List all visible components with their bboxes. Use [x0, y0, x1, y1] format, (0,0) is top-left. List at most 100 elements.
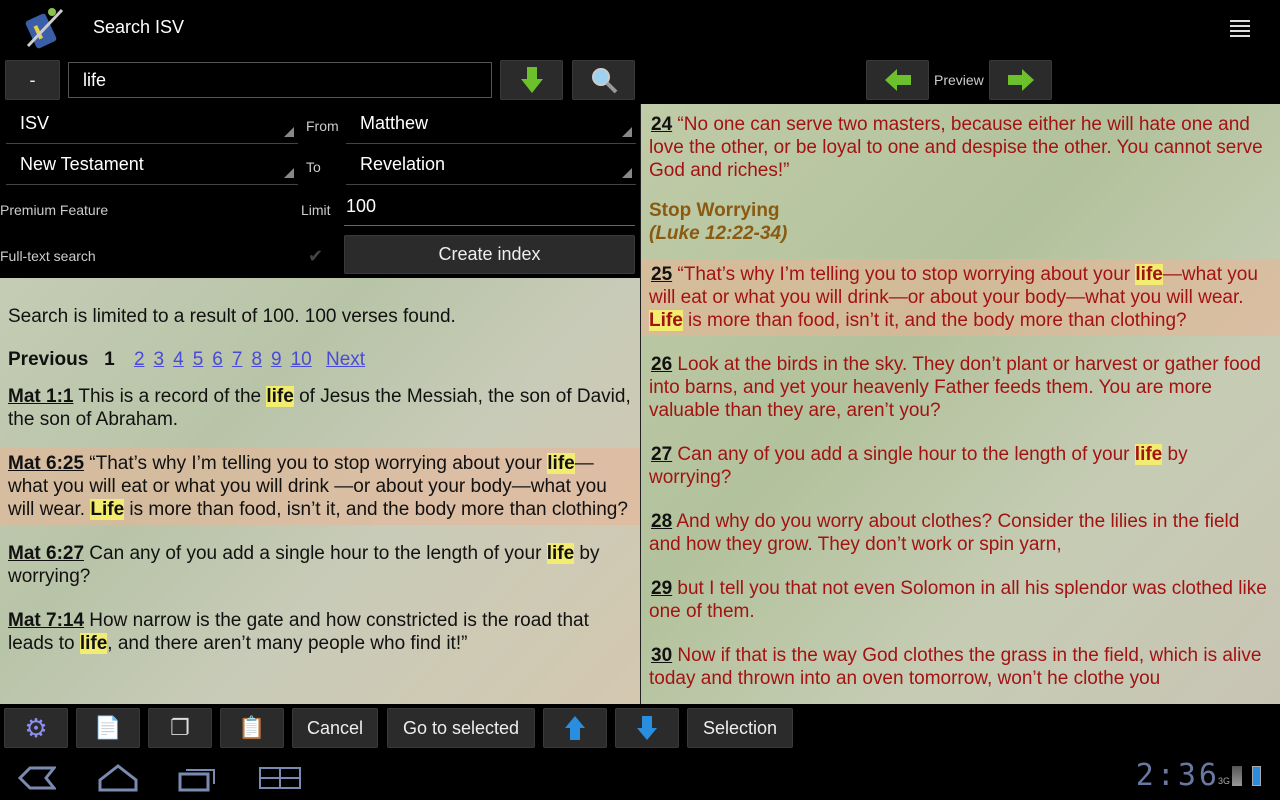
result-item[interactable]: Mat 1:1 This is a record of the life of …: [0, 381, 640, 435]
dropdown-icon: [622, 127, 632, 137]
verse-text: Can any of you add a single hour to the …: [84, 543, 547, 564]
verse-reference-link[interactable]: Mat 1:1: [8, 386, 73, 407]
app-title: Search ISV: [93, 17, 185, 37]
translation-value: ISV: [20, 113, 50, 133]
verse-text: “That’s why I’m telling you to stop worr…: [84, 453, 548, 474]
page-link[interactable]: 7: [232, 349, 243, 370]
heading-reference: (Luke 12:22-34): [649, 223, 788, 244]
highlighted-term: life: [547, 453, 575, 474]
preview-verse[interactable]: 30 Now if that is the way God clothes th…: [641, 640, 1280, 694]
move-up-button[interactable]: [543, 708, 607, 748]
result-item[interactable]: Mat 6:25 “That’s why I’m telling you to …: [0, 448, 640, 525]
page-link[interactable]: 8: [251, 349, 262, 370]
current-page: 1: [104, 349, 115, 370]
dropdown-icon: [284, 168, 294, 178]
verse-number: 29: [651, 578, 673, 599]
results-summary: Search is limited to a result of 100. 10…: [8, 306, 456, 327]
search-results-panel[interactable]: Search is limited to a result of 100. 10…: [0, 278, 640, 704]
page-link[interactable]: 10: [291, 349, 312, 370]
next-page-link[interactable]: Next: [326, 349, 365, 370]
clipboard-button[interactable]: 📋: [220, 708, 284, 748]
preview-panel[interactable]: 24 “No one can serve two masters, becaus…: [641, 104, 1280, 704]
clock[interactable]: 2:36: [1136, 758, 1220, 793]
page-link[interactable]: 4: [173, 349, 184, 370]
collapse-button[interactable]: -: [5, 60, 60, 100]
home-icon[interactable]: [98, 764, 138, 792]
page-link[interactable]: 6: [212, 349, 223, 370]
verse-number: 24: [651, 114, 673, 135]
verse-text: Can any of you add a single hour to the …: [672, 444, 1135, 465]
preview-verse[interactable]: 25 “That’s why I’m telling you to stop w…: [641, 259, 1280, 336]
to-book-spinner[interactable]: Revelation: [346, 145, 636, 185]
verse-number: 26: [651, 354, 673, 375]
limit-input[interactable]: 100: [344, 196, 635, 226]
preview-verse[interactable]: 26 Look at the birds in the sky. They do…: [641, 349, 1280, 426]
preview-next-button[interactable]: [989, 60, 1052, 100]
result-item[interactable]: Mat 7:14 How narrow is the gate and how …: [0, 605, 640, 659]
green-down-arrow-icon: [520, 67, 543, 93]
full-text-checkbox[interactable]: ✔: [308, 246, 323, 267]
verse-text: “That’s why I’m telling you to stop worr…: [672, 264, 1136, 285]
grid-menu-icon[interactable]: [258, 766, 302, 790]
go-to-selected-button[interactable]: Go to selected: [387, 708, 535, 748]
verse-number: 30: [651, 645, 673, 666]
highlighted-term: Life: [90, 499, 125, 520]
move-down-button[interactable]: [615, 708, 679, 748]
copy-add-button[interactable]: 📄: [76, 708, 140, 748]
heading-title: Stop Worrying: [649, 200, 780, 221]
page-link[interactable]: 3: [154, 349, 165, 370]
cancel-button[interactable]: Cancel: [292, 708, 378, 748]
verse-text: And why do you worry about clothes? Cons…: [649, 511, 1240, 555]
verse-reference-link[interactable]: Mat 6:25: [8, 453, 84, 474]
green-right-arrow-icon: [1007, 69, 1034, 91]
verse-text: This is a record of the: [73, 386, 267, 407]
blue-up-arrow-icon: [565, 716, 585, 740]
dropdown-icon: [622, 168, 632, 178]
scope-spinner[interactable]: New Testament: [6, 145, 298, 185]
copy-button[interactable]: ❐: [148, 708, 212, 748]
result-item[interactable]: Mat 6:27 Can any of you add a single hou…: [0, 538, 640, 592]
from-book-spinner[interactable]: Matthew: [346, 104, 636, 144]
settings-button[interactable]: ⚙: [4, 708, 68, 748]
page-link[interactable]: 9: [271, 349, 282, 370]
verse-text: , and there aren’t many people who find …: [107, 633, 468, 654]
selection-button[interactable]: Selection: [687, 708, 793, 748]
gear-icon: ⚙: [24, 712, 48, 743]
verse-text: “No one can serve two masters, because e…: [649, 114, 1263, 181]
overflow-menu-icon[interactable]: [1228, 18, 1252, 38]
preview-verse[interactable]: 29 but I tell you that not even Solomon …: [641, 573, 1280, 627]
verse-text: Now if that is the way God clothes the g…: [649, 645, 1262, 689]
page-link[interactable]: 2: [134, 349, 145, 370]
app-logo-icon[interactable]: [22, 6, 68, 50]
back-icon[interactable]: [16, 766, 56, 790]
dropdown-icon: [284, 127, 294, 137]
translation-spinner[interactable]: ISV: [6, 104, 298, 144]
preview-label: Preview: [934, 72, 984, 88]
verse-text: Look at the birds in the sky. They don’t…: [649, 354, 1261, 421]
highlighted-term: life: [1135, 264, 1163, 285]
action-bar: [0, 0, 1280, 56]
highlighted-term: Life: [649, 310, 683, 331]
verse-text: is more than food, isn’t it, and the bod…: [682, 310, 1187, 331]
preview-verse[interactable]: 28 And why do you worry about clothes? C…: [641, 506, 1280, 560]
page-link[interactable]: 5: [193, 349, 204, 370]
highlighted-term: life: [546, 543, 575, 564]
preview-verse[interactable]: 27 Can any of you add a single hour to t…: [641, 439, 1280, 493]
highlighted-term: life: [1134, 444, 1163, 465]
verse-reference-link[interactable]: Mat 6:27: [8, 543, 84, 564]
verse-reference-link[interactable]: Mat 7:14: [8, 610, 84, 631]
from-label: From: [306, 118, 339, 134]
pagination: Previous 1 2 3 4 5 6 7 8 9 10 Next: [0, 328, 640, 381]
search-button[interactable]: [572, 60, 635, 100]
verse-number: 28: [651, 511, 673, 532]
recent-apps-icon[interactable]: [178, 764, 218, 792]
search-input[interactable]: [68, 62, 492, 98]
limit-label: Limit: [301, 202, 331, 218]
verse-text: is more than food, isn’t it, and the bod…: [124, 499, 628, 520]
go-down-button[interactable]: [500, 60, 563, 100]
copy-pages-icon: ❐: [170, 715, 190, 740]
preview-verse[interactable]: 24 “No one can serve two masters, becaus…: [641, 104, 1280, 186]
preview-prev-button[interactable]: [866, 60, 929, 100]
create-index-button[interactable]: Create index: [344, 235, 635, 274]
from-book-value: Matthew: [360, 113, 429, 133]
